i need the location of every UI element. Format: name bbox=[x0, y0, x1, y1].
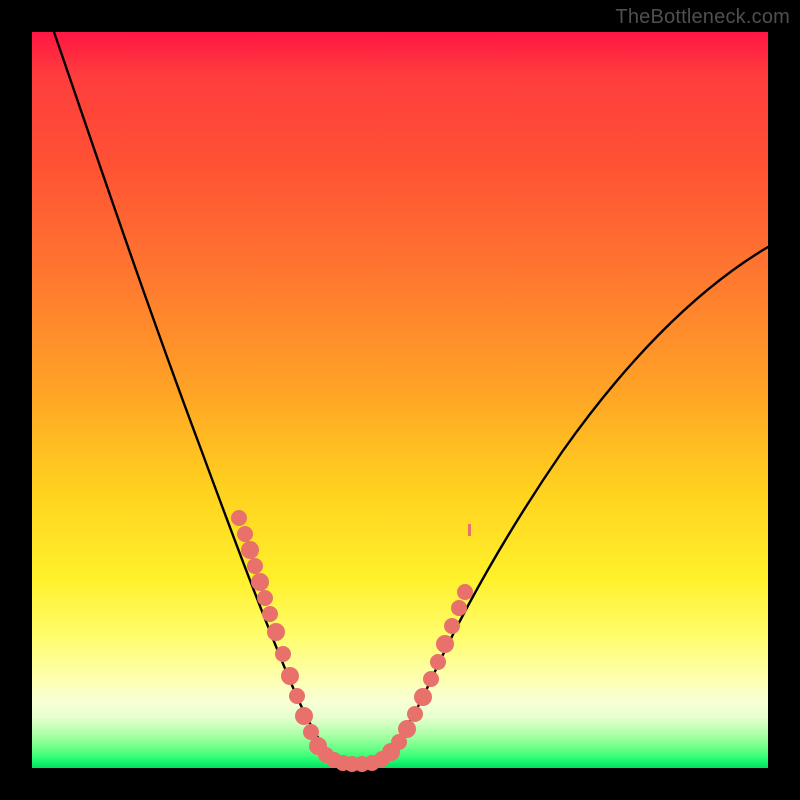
chart-frame: TheBottleneck.com bbox=[0, 0, 800, 800]
chart-overlay bbox=[32, 32, 768, 768]
highlighted-points bbox=[231, 510, 473, 772]
bottleneck-curve bbox=[54, 32, 768, 765]
watermark-text: TheBottleneck.com bbox=[615, 6, 790, 29]
